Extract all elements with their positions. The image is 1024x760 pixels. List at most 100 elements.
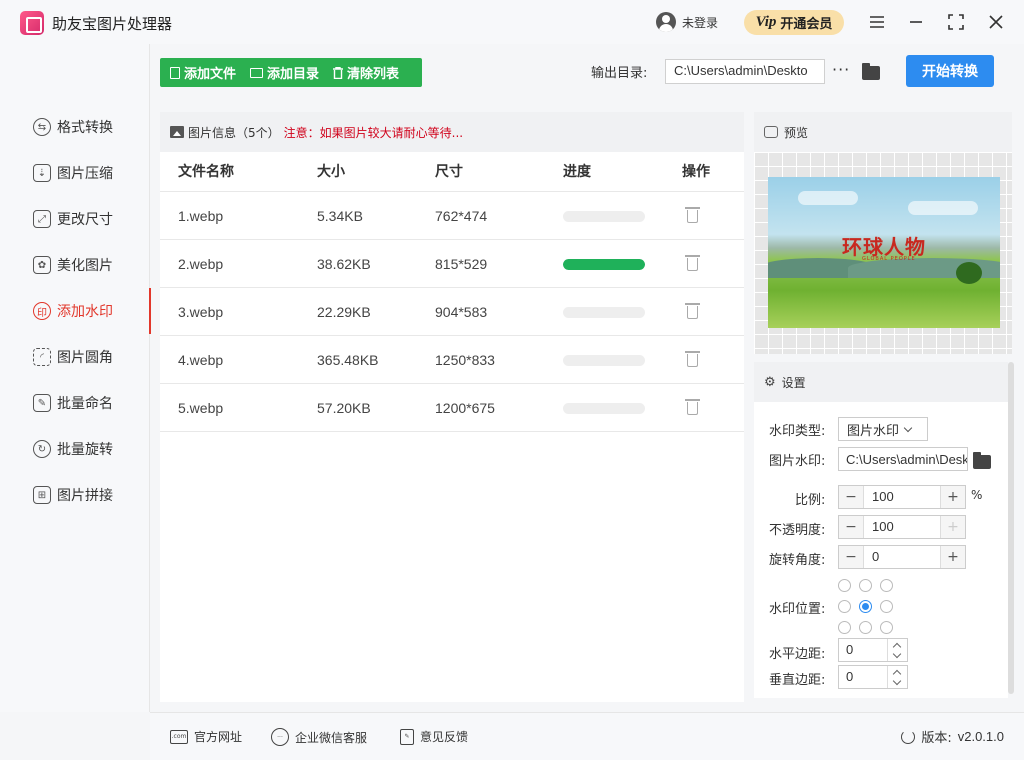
minimize-icon[interactable]: [905, 11, 927, 33]
increment-button[interactable]: +: [941, 516, 965, 538]
sidebar-item-label: 图片压缩: [57, 166, 113, 182]
user-icon: [656, 12, 676, 32]
position-radio-8[interactable]: [880, 621, 893, 634]
file-size: 5.34KB: [317, 208, 363, 224]
clear-list-button[interactable]: 清除列表: [333, 63, 399, 82]
sidebar-item-stitch[interactable]: ⊞ 图片拼接: [0, 472, 150, 518]
watermark-type-label: 水印类型:: [769, 424, 826, 439]
folder-icon: [862, 63, 880, 80]
position-radio-2[interactable]: [880, 579, 893, 592]
sidebar-item-batch-rename[interactable]: ✎ 批量命名: [0, 380, 150, 426]
sidebar-item-format-convert[interactable]: ⇆ 格式转换: [0, 104, 150, 150]
delete-row-button[interactable]: [685, 303, 700, 319]
image-watermark-input[interactable]: C:\Users\admin\Desktop: [838, 447, 968, 471]
delete-row-button[interactable]: [685, 399, 700, 415]
decrement-button[interactable]: −: [839, 486, 863, 508]
file-info-warning: 注意：如果图片较大请耐心等待...: [283, 125, 464, 140]
wechat-service-link[interactable]: ··· 企业微信客服: [271, 728, 367, 746]
position-radio-3[interactable]: [838, 600, 851, 613]
spinner-arrows[interactable]: [887, 639, 907, 661]
vip-label: 开通会员: [780, 17, 833, 32]
feedback-icon: ✎: [400, 728, 414, 745]
version-info[interactable]: 版本: v2.0.1.0: [901, 727, 1004, 746]
delete-row-button[interactable]: [685, 351, 700, 367]
position-radio-4[interactable]: [859, 600, 872, 613]
resize-icon: ⤢: [33, 210, 51, 228]
output-folder-button[interactable]: [862, 63, 880, 80]
add-dir-button[interactable]: 添加目录: [250, 63, 319, 82]
table-row[interactable]: 5.webp 57.20KB 1200*675: [160, 384, 744, 432]
settings-scrollbar[interactable]: [1008, 362, 1014, 694]
sidebar-item-resize[interactable]: ⤢ 更改尺寸: [0, 196, 150, 242]
file-dimensions: 1250*833: [435, 352, 495, 368]
feedback-label: 意见反馈: [420, 730, 469, 744]
spinner-arrows[interactable]: [887, 666, 907, 688]
rotation-stepper[interactable]: − 0 +: [838, 545, 966, 569]
progress-bar: [563, 403, 645, 414]
website-label: 官方网址: [194, 730, 243, 744]
decrement-button[interactable]: −: [839, 546, 863, 568]
v-margin-spinner[interactable]: 0: [838, 665, 908, 689]
sidebar-item-rounded-corner[interactable]: ◜ 图片圆角: [0, 334, 150, 380]
trash-icon: [685, 207, 700, 209]
login-label: 未登录: [682, 15, 719, 30]
file-dimensions: 815*529: [435, 256, 488, 272]
table-row[interactable]: 1.webp 5.34KB 762*474: [160, 192, 744, 240]
chevron-down-icon[interactable]: [892, 649, 902, 659]
opacity-stepper[interactable]: − 100 +: [838, 515, 966, 539]
watermark-folder-button[interactable]: [973, 452, 991, 469]
version-value: v2.0.1.0: [957, 729, 1004, 744]
rotate-icon: ↻: [33, 440, 51, 458]
stitch-icon: ⊞: [33, 486, 51, 504]
rotation-value[interactable]: 0: [863, 546, 941, 568]
decrement-button[interactable]: −: [839, 516, 863, 538]
start-convert-button[interactable]: 开始转换: [906, 55, 994, 87]
maximize-icon[interactable]: [945, 11, 967, 33]
sidebar-item-beautify[interactable]: ✿ 美化图片: [0, 242, 150, 288]
file-list-panel: 图片信息（5个） 注意：如果图片较大请耐心等待... 文件名称 大小 尺寸 进度…: [160, 112, 744, 702]
sidebar-item-batch-rotate[interactable]: ↻ 批量旋转: [0, 426, 150, 472]
h-margin-spinner[interactable]: 0: [838, 638, 908, 662]
position-radio-1[interactable]: [859, 579, 872, 592]
increment-button[interactable]: +: [941, 546, 965, 568]
position-radio-5[interactable]: [880, 600, 893, 613]
footer: .com 官方网址 ··· 企业微信客服 ✎ 意见反馈 版本: v2.0.1.0: [150, 712, 1024, 760]
increment-button[interactable]: +: [941, 486, 965, 508]
app-logo-icon: [20, 11, 44, 35]
table-row[interactable]: 4.webp 365.48KB 1250*833: [160, 336, 744, 384]
more-button[interactable]: ···: [832, 60, 850, 79]
scale-stepper[interactable]: − 100 +: [838, 485, 966, 509]
menu-icon[interactable]: [866, 11, 888, 33]
website-link[interactable]: .com 官方网址: [170, 728, 242, 745]
close-icon[interactable]: [985, 11, 1007, 33]
position-radio-6[interactable]: [838, 621, 851, 634]
output-dir-input[interactable]: C:\Users\admin\Deskto: [665, 59, 825, 84]
watermark-type-select[interactable]: 图片水印: [838, 417, 928, 441]
h-margin-label: 水平边距:: [769, 647, 826, 662]
v-margin-value[interactable]: 0: [846, 669, 853, 684]
position-radio-7[interactable]: [859, 621, 872, 634]
scale-label: 比例:: [795, 493, 826, 508]
table-row[interactable]: 3.webp 22.29KB 904*583: [160, 288, 744, 336]
sidebar-item-compress[interactable]: ⇣ 图片压缩: [0, 150, 150, 196]
file-size: 57.20KB: [317, 400, 371, 416]
h-margin-value[interactable]: 0: [846, 642, 853, 657]
vip-button[interactable]: Vip 开通会员: [744, 10, 844, 35]
chevron-down-icon[interactable]: [892, 676, 902, 686]
opacity-value[interactable]: 100: [863, 516, 941, 538]
trash-icon: [685, 351, 700, 353]
trash-icon: [685, 303, 700, 305]
position-radio-0[interactable]: [838, 579, 851, 592]
file-size: 22.29KB: [317, 304, 371, 320]
delete-row-button[interactable]: [685, 255, 700, 271]
preview-title: 预览: [784, 125, 809, 140]
scale-value[interactable]: 100: [863, 486, 941, 508]
trash-icon: [685, 399, 700, 401]
sidebar-item-watermark[interactable]: 印 添加水印: [0, 288, 151, 334]
add-file-button[interactable]: 添加文件: [170, 63, 236, 82]
login-button[interactable]: 未登录: [656, 12, 718, 32]
settings-header: ⚙ 设置: [754, 362, 1008, 402]
delete-row-button[interactable]: [685, 207, 700, 223]
feedback-link[interactable]: ✎ 意见反馈: [400, 728, 468, 745]
table-row[interactable]: 2.webp 38.62KB 815*529: [160, 240, 744, 288]
